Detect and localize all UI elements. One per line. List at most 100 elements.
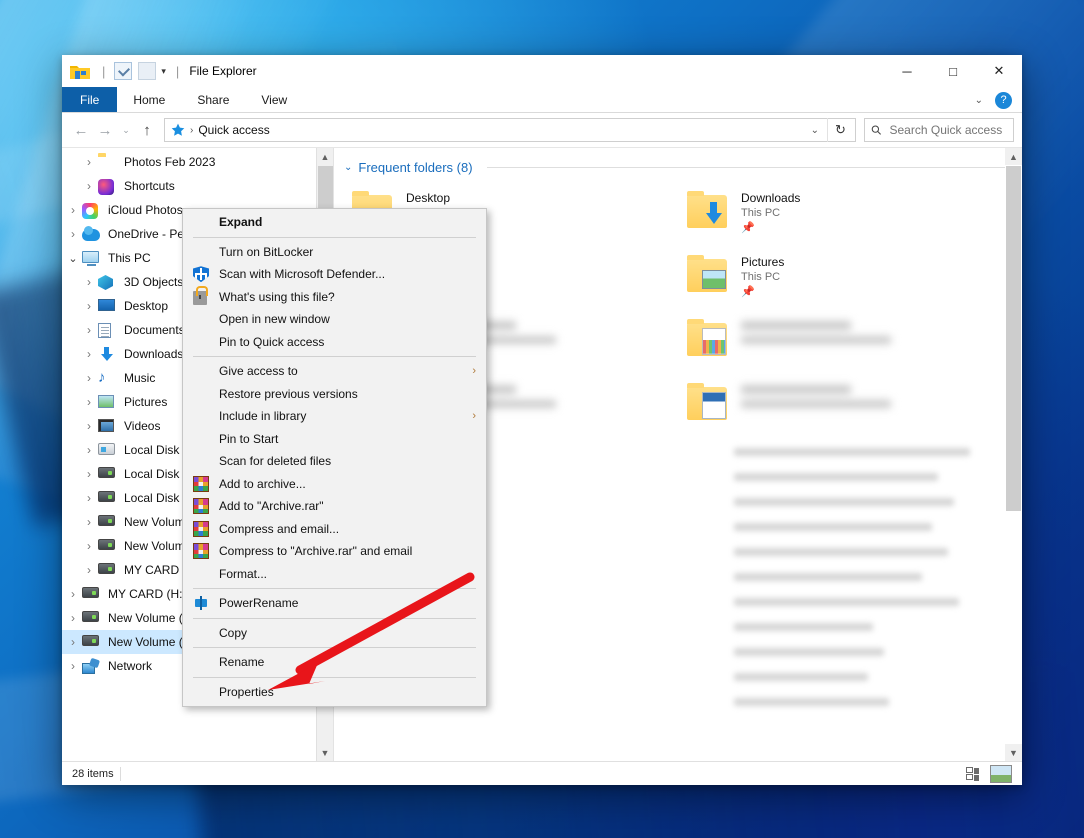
3d-objects-icon-glyph: [98, 275, 113, 290]
this-pc-icon-glyph: [82, 251, 99, 266]
drive-icon-glyph: [98, 491, 115, 502]
forward-button[interactable]: →: [94, 118, 116, 142]
chevron-right-icon[interactable]: ›: [80, 155, 98, 169]
recent-locations-icon[interactable]: ⌄: [118, 118, 134, 142]
chevron-right-icon[interactable]: ›: [80, 563, 98, 577]
videos-icon-glyph: [98, 419, 114, 432]
context-menu-item-compress-to-archive-rar-and-email[interactable]: Compress to "Archive.rar" and email: [183, 540, 486, 563]
content-scroll-up-icon[interactable]: ▲: [1005, 148, 1022, 165]
drive-icon: [82, 634, 102, 650]
chevron-right-icon[interactable]: ›: [80, 539, 98, 553]
chevron-right-icon[interactable]: ›: [64, 611, 82, 625]
quick-access-properties-button[interactable]: [114, 62, 133, 80]
chevron-right-icon[interactable]: ›: [80, 323, 98, 337]
address-dropdown-icon[interactable]: ⌄: [803, 125, 827, 136]
drive-icon: [82, 586, 102, 602]
quick-access-new-folder-button[interactable]: [138, 62, 157, 80]
chevron-right-icon[interactable]: ›: [80, 299, 98, 313]
context-menu-item-turn-on-bitlocker[interactable]: Turn on BitLocker: [183, 241, 486, 264]
context-menu-item-label: Pin to Start: [219, 431, 279, 446]
context-menu-item-add-to-archive[interactable]: Add to archive...: [183, 473, 486, 496]
back-button[interactable]: ←: [70, 118, 92, 142]
address-bar[interactable]: › Quick access ⌄ ↻: [164, 118, 856, 142]
chevron-right-icon[interactable]: ›: [64, 587, 82, 601]
drive-icon-glyph: [98, 467, 115, 478]
customize-quick-access-caret-icon[interactable]: ▾: [161, 62, 166, 80]
tab-view[interactable]: View: [245, 87, 303, 112]
chevron-right-icon[interactable]: ›: [80, 467, 98, 481]
close-button[interactable]: ✕: [976, 55, 1022, 87]
frequent-folder-tile[interactable]: Downloads This PC 📌: [683, 185, 1008, 249]
chevron-down-icon[interactable]: ⌄: [64, 252, 82, 265]
context-menu-item-expand[interactable]: Expand: [183, 211, 486, 234]
expand-ribbon-caret-icon[interactable]: ⌄: [969, 95, 989, 106]
context-menu-item-what-s-using-this-file[interactable]: What's using this file?: [183, 285, 486, 309]
context-menu-item-give-access-to[interactable]: Give access to ›: [183, 360, 486, 383]
tab-share[interactable]: Share: [181, 87, 245, 112]
chevron-right-icon[interactable]: ›: [80, 275, 98, 289]
nav-scroll-up-icon[interactable]: ▲: [317, 148, 333, 165]
tab-file[interactable]: File: [62, 87, 118, 112]
address-bar-row: ← → ⌄ ↑ › Quick access ⌄ ↻: [62, 113, 1022, 147]
maximize-button[interactable]: □: [930, 55, 976, 87]
content-scroll-down-icon[interactable]: ▼: [1005, 744, 1022, 761]
network-icon: [82, 658, 102, 674]
content-scroll-thumb[interactable]: [1006, 166, 1021, 511]
nav-scroll-down-icon[interactable]: ▼: [317, 744, 333, 761]
content-scrollbar[interactable]: ▲ ▼: [1005, 148, 1022, 761]
context-menu-item-include-in-library[interactable]: Include in library ›: [183, 405, 486, 428]
context-menu-item-add-to-archive-rar[interactable]: Add to "Archive.rar": [183, 495, 486, 518]
details-view-icon[interactable]: [964, 765, 986, 783]
chevron-right-icon[interactable]: ›: [80, 443, 98, 457]
chevron-right-icon[interactable]: ›: [80, 395, 98, 409]
tab-home[interactable]: Home: [117, 87, 181, 112]
context-menu-item-format[interactable]: Format...: [183, 563, 486, 586]
chevron-right-icon[interactable]: ›: [80, 515, 98, 529]
breadcrumb-path[interactable]: Quick access: [198, 123, 269, 137]
context-menu-item-copy[interactable]: Copy: [183, 622, 486, 645]
folder-tile-icon: [683, 191, 731, 235]
chevron-right-icon[interactable]: ›: [80, 371, 98, 385]
folder-tile-title: Desktop: [406, 191, 451, 205]
minimize-button[interactable]: ─: [884, 55, 930, 87]
chevron-right-icon[interactable]: ›: [64, 635, 82, 649]
defender-icon: [191, 266, 211, 283]
frequent-folder-tile[interactable]: Pictures This PC 📌: [683, 249, 1008, 313]
context-menu-item-pin-to-quick-access[interactable]: Pin to Quick access: [183, 331, 486, 354]
context-menu-item-compress-and-email[interactable]: Compress and email...: [183, 518, 486, 541]
chevron-right-icon[interactable]: ›: [64, 659, 82, 673]
chevron-right-icon[interactable]: ›: [64, 227, 82, 241]
color-swatch-icon: [702, 328, 726, 355]
frequent-folder-tile[interactable]: [683, 313, 1008, 377]
context-menu-item-label: Format...: [219, 566, 268, 581]
up-button[interactable]: ↑: [136, 118, 158, 142]
search-input[interactable]: [887, 122, 1007, 138]
frequent-folders-header[interactable]: ⌄ Frequent folders (8): [334, 148, 1022, 175]
drive-icon: [98, 490, 118, 506]
chevron-right-icon[interactable]: ›: [80, 491, 98, 505]
context-menu-item-open-in-new-window[interactable]: Open in new window: [183, 308, 486, 331]
context-menu-item-label: Expand: [219, 215, 263, 230]
help-icon[interactable]: ?: [995, 91, 1012, 109]
sidebar-item-shortcuts[interactable]: › Shortcuts: [62, 174, 333, 198]
context-menu-item-pin-to-start[interactable]: Pin to Start: [183, 428, 486, 451]
drive-icon-glyph: [98, 539, 115, 550]
context-menu-item-restore-previous-versions[interactable]: Restore previous versions: [183, 383, 486, 406]
thumbnail-view-icon[interactable]: [990, 764, 1012, 783]
group-collapse-chevron-icon[interactable]: ⌄: [344, 162, 352, 173]
context-menu-item-rename[interactable]: Rename: [183, 651, 486, 674]
shortcuts-icon-glyph: [98, 179, 114, 195]
context-menu-item-powerrename[interactable]: PowerRename: [183, 592, 486, 615]
folder-tile-text: [741, 383, 891, 408]
chevron-right-icon[interactable]: ›: [80, 347, 98, 361]
sidebar-item-photos-feb-2023[interactable]: › Photos Feb 2023: [62, 150, 333, 174]
context-menu-item-scan-with-microsoft-defender[interactable]: Scan with Microsoft Defender...: [183, 263, 486, 286]
context-menu-item-properties[interactable]: Properties: [183, 681, 486, 704]
chevron-right-icon[interactable]: ›: [64, 203, 82, 217]
context-menu-item-scan-for-deleted-files[interactable]: Scan for deleted files: [183, 450, 486, 473]
chevron-right-icon[interactable]: ›: [80, 179, 98, 193]
chevron-right-icon[interactable]: ›: [80, 419, 98, 433]
search-box[interactable]: [864, 118, 1014, 142]
refresh-button[interactable]: ↻: [827, 118, 853, 142]
frequent-folder-tile[interactable]: [683, 377, 1008, 441]
